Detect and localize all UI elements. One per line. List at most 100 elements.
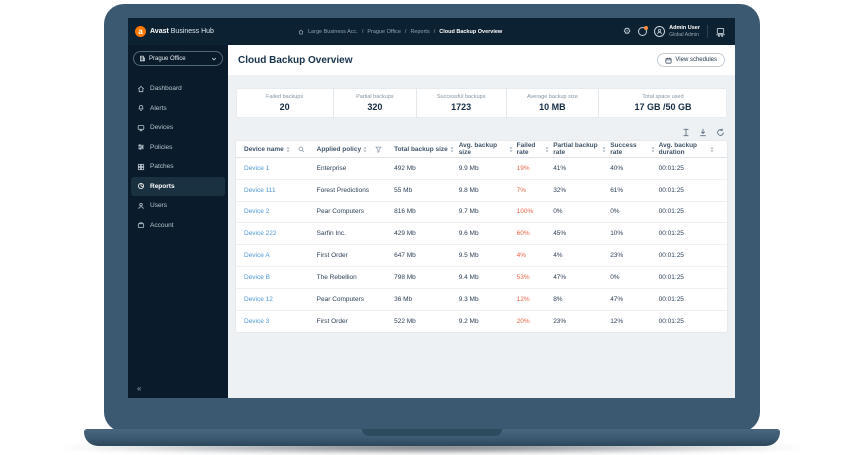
cell-duration: 00:01:25: [659, 187, 719, 194]
sidebar-item-account[interactable]: Account: [131, 216, 225, 236]
sidebar-nav: Dashboard Alerts Devices Policies Patches Rep…: [128, 79, 228, 235]
device-link[interactable]: Device 12: [244, 296, 317, 303]
view-schedules-button[interactable]: View schedules: [657, 53, 725, 67]
cell-policy: Pear Computers: [317, 208, 394, 215]
stat-label: Successful backups: [437, 94, 486, 100]
column-label: Device name: [244, 146, 284, 153]
device-link[interactable]: Device 1: [244, 165, 317, 172]
brand[interactable]: a Avast Business Hub: [128, 26, 228, 37]
column-header-avg-backup-duration[interactable]: Avg. backup duration: [659, 142, 719, 156]
sidebar-item-label: Reports: [150, 183, 175, 190]
cell-partial: 45%: [553, 230, 610, 237]
column-label: Applied policy: [317, 146, 361, 153]
device-link[interactable]: Device 2: [244, 208, 317, 215]
notification-badge: [644, 26, 648, 30]
topbar-actions: ⚙ Admin User Global Admin: [623, 25, 735, 38]
cell-avg: 9.7 Mb: [459, 208, 517, 215]
sidebar-item-label: Patches: [150, 163, 174, 170]
sort-icon[interactable]: [450, 146, 454, 153]
sidebar-item-devices[interactable]: Devices: [131, 118, 225, 138]
home-icon: [137, 85, 145, 93]
cell-success: 47%: [610, 296, 658, 303]
stat-average-backup-size: Average backup size10 MB: [506, 88, 598, 118]
sort-icon[interactable]: [363, 146, 367, 153]
user-info: Admin User Global Admin: [669, 25, 700, 38]
monitor-icon: [137, 124, 145, 132]
column-filter-icon[interactable]: [375, 146, 382, 153]
cell-duration: 00:01:25: [659, 296, 719, 303]
column-header-failed-rate[interactable]: Failed rate: [517, 142, 554, 156]
sidebar-item-users[interactable]: Users: [131, 196, 225, 216]
column-header-avg-backup-size[interactable]: Avg. backup size: [459, 142, 517, 156]
column-header-total-backup-size[interactable]: Total backup size: [394, 146, 459, 153]
column-label: Failed rate: [517, 142, 544, 156]
column-search-icon[interactable]: [298, 146, 305, 153]
notifications-icon[interactable]: [638, 27, 647, 36]
stat-value: 10 MB: [539, 102, 566, 112]
refresh-icon[interactable]: [716, 128, 725, 137]
sidebar-collapse-button[interactable]: «: [137, 384, 141, 393]
cell-partial: 41%: [553, 165, 610, 172]
device-link[interactable]: Device 3: [244, 318, 317, 325]
stat-partial-backups: Partial backups320: [333, 88, 415, 118]
stats-summary-card: Failed backups20Partial backups320Succes…: [236, 88, 727, 118]
download-icon[interactable]: [699, 128, 707, 137]
laptop-base: [84, 429, 780, 446]
device-link[interactable]: Device B: [244, 274, 317, 281]
bell-icon: [137, 104, 145, 112]
console-apps-icon[interactable]: [715, 27, 726, 37]
table-row: Device BThe Rebellion798 Mb9.4 Mb53%47%0…: [236, 267, 727, 289]
sort-icon[interactable]: [651, 146, 655, 153]
cell-policy: The Rebellion: [317, 274, 394, 281]
device-link[interactable]: Device 222: [244, 230, 317, 237]
column-label: Avg. backup duration: [659, 142, 709, 156]
table-header-row: Device name Applied policy Total backup si…: [236, 141, 727, 158]
cell-partial: 4%: [553, 252, 610, 259]
pie-icon: [137, 182, 145, 190]
breadcrumb-link[interactable]: Reports: [410, 29, 429, 35]
column-header-partial-backup-rate[interactable]: Partial backup rate: [553, 142, 610, 156]
cell-avg: 9.9 Mb: [459, 165, 517, 172]
sidebar-item-alerts[interactable]: Alerts: [131, 99, 225, 119]
breadcrumb-separator: /: [362, 29, 364, 35]
column-label: Partial backup rate: [553, 142, 600, 156]
user-icon: [137, 202, 145, 210]
cell-failed: 20%: [517, 318, 554, 325]
device-link[interactable]: Device 111: [244, 187, 317, 194]
cell-success: 23%: [610, 252, 658, 259]
laptop-notch: [362, 429, 502, 436]
sliders-icon: [137, 143, 145, 151]
org-selector-label: Prague Office: [149, 56, 186, 62]
stat-value: 17 GB /50 GB: [635, 102, 692, 112]
table-row: Device 12Pear Computers36 Mb9.3 Mb12%8%4…: [236, 289, 727, 311]
column-header-device-name[interactable]: Device name: [244, 146, 317, 153]
avast-logo-icon: a: [135, 26, 146, 37]
sidebar-item-policies[interactable]: Policies: [131, 138, 225, 158]
sidebar-item-label: Devices: [150, 124, 173, 131]
sort-icon[interactable]: [509, 146, 513, 153]
sort-icon[interactable]: [602, 146, 606, 153]
device-link[interactable]: Device A: [244, 252, 317, 259]
cell-duration: 00:01:25: [659, 230, 719, 237]
sidebar-item-reports[interactable]: Reports: [131, 177, 225, 197]
sidebar-item-patches[interactable]: Patches: [131, 157, 225, 177]
column-header-applied-policy[interactable]: Applied policy: [317, 146, 394, 153]
breadcrumb-link[interactable]: Prague Office: [367, 29, 401, 35]
breadcrumb-link[interactable]: Large Business Acc.: [308, 29, 358, 35]
sort-icon[interactable]: [710, 146, 714, 153]
column-header-success-rate[interactable]: Success rate: [610, 142, 658, 156]
sort-icon[interactable]: [286, 146, 290, 153]
manage-columns-icon[interactable]: [682, 128, 690, 137]
content-area: Failed backups20Partial backups320Succes…: [228, 75, 735, 398]
cell-failed: 19%: [517, 165, 554, 172]
sidebar-item-dashboard[interactable]: Dashboard: [131, 79, 225, 99]
cell-policy: Sarfin Inc.: [317, 230, 394, 237]
sort-icon[interactable]: [545, 146, 549, 153]
org-selector-dropdown[interactable]: Prague Office: [133, 51, 223, 66]
user-menu[interactable]: Admin User Global Admin: [654, 25, 700, 38]
breadcrumb-separator: /: [405, 29, 407, 35]
cell-partial: 0%: [553, 208, 610, 215]
sidebar-item-label: Alerts: [150, 105, 167, 112]
divider: [707, 25, 708, 38]
settings-gear-icon[interactable]: ⚙: [623, 27, 631, 36]
